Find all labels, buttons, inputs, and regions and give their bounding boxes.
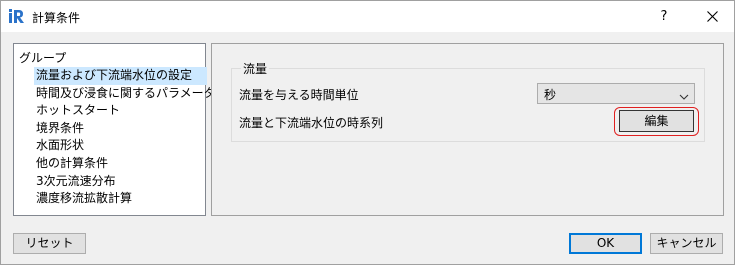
help-button[interactable]: ? (649, 1, 679, 32)
ok-button[interactable]: OK (569, 233, 642, 254)
window-title: 計算条件 (32, 11, 81, 25)
group-list: 流量および下流端水位の設定 時間及び浸食に関するパラメータ ホットスタート 境界… (34, 67, 218, 208)
time-unit-value: 秒 (544, 88, 557, 102)
group-item-hot-start[interactable]: ホットスタート (34, 102, 218, 120)
group-item-concentration-advection[interactable]: 濃度移流拡散計算 (34, 190, 218, 208)
group-item-water-surface-shape[interactable]: 水面形状 (34, 137, 218, 155)
reset-button[interactable]: リセット (13, 233, 86, 254)
time-unit-label: 流量を与える時間単位 (239, 88, 359, 102)
iric-logo-icon (8, 8, 26, 25)
title-bar: 計算条件 ? (1, 1, 734, 32)
group-item-other-conditions[interactable]: 他の計算条件 (34, 155, 218, 173)
group-item-3d-velocity[interactable]: 3次元流速分布 (34, 173, 218, 191)
calculation-conditions-dialog: 計算条件 ? グループ 流量および下流端水位の設定 時間及び浸食に関するパラメー… (0, 0, 735, 265)
chevron-down-icon (679, 90, 689, 104)
time-series-label: 流量と下流端水位の時系列 (239, 116, 384, 130)
edit-button[interactable]: 編集 (619, 110, 694, 132)
flow-groupbox-label: 流量 (241, 60, 270, 77)
close-button[interactable] (691, 1, 733, 32)
group-item-boundary-conditions[interactable]: 境界条件 (34, 120, 218, 138)
group-item-time-erosion-parameters[interactable]: 時間及び浸食に関するパラメータ (34, 85, 218, 103)
close-icon (706, 11, 718, 22)
group-item-flow-and-downstream-level[interactable]: 流量および下流端水位の設定 (34, 67, 207, 85)
group-list-title: グループ (19, 51, 67, 65)
time-unit-select[interactable]: 秒 (537, 83, 695, 104)
cancel-button[interactable]: キャンセル (650, 233, 723, 254)
